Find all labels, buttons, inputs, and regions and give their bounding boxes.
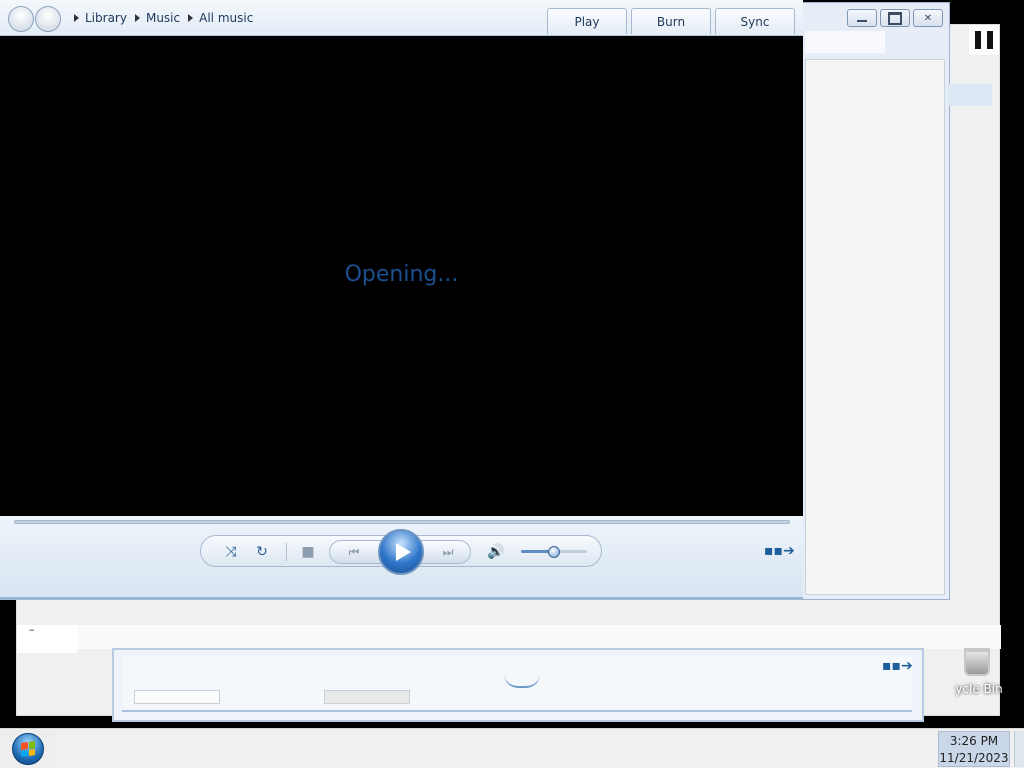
- stop-icon[interactable]: ■: [298, 542, 318, 562]
- background-player-controls: ▪▪➔: [122, 656, 913, 712]
- windows-flag: [21, 741, 35, 757]
- shuffle-icon[interactable]: ⤨: [221, 542, 241, 562]
- minimize-button[interactable]: [847, 9, 877, 27]
- secondary-window: ✕: [800, 2, 950, 600]
- tab-sync[interactable]: Sync: [715, 8, 795, 34]
- taskbar: 3:26 PM 11/21/2023: [0, 728, 1024, 768]
- breadcrumb-item[interactable]: All music: [188, 11, 253, 25]
- breadcrumb-label: Music: [145, 11, 181, 25]
- recycle-bin-label: ycle Bin: [955, 682, 1003, 696]
- recycle-bin-icon: [964, 648, 990, 676]
- breadcrumb: Library Music All music: [74, 11, 253, 25]
- volume-icon[interactable]: 🔊: [486, 542, 506, 562]
- show-desktop-button[interactable]: [1014, 731, 1024, 767]
- breadcrumb-label: All music: [199, 11, 254, 25]
- system-clock[interactable]: 3:26 PM 11/21/2023: [938, 731, 1010, 767]
- background-play-orb: [504, 674, 540, 688]
- recycle-bin[interactable]: ycle Bin: [944, 648, 1014, 708]
- video-area[interactable]: Opening...: [0, 36, 803, 516]
- selected-row-highlight: [948, 84, 992, 106]
- maximize-button[interactable]: [880, 9, 910, 27]
- tab-play[interactable]: Play: [547, 8, 627, 34]
- player-title-bar: Library Music All music Play Burn Sync: [0, 0, 803, 36]
- repeat-icon[interactable]: ↻: [252, 542, 272, 562]
- transport-bar: ⤨ ↻ ■ ⏮ ⏭ 🔊: [200, 529, 602, 575]
- chevron-right-icon: [188, 14, 194, 22]
- windows-logo-icon: [12, 733, 44, 765]
- tab-burn[interactable]: Burn: [631, 8, 711, 34]
- background-window-block: [17, 625, 77, 653]
- secondary-window-content: [805, 59, 945, 595]
- switch-to-library-icon: ▪▪➔: [882, 658, 913, 674]
- switch-to-library-icon[interactable]: ▪▪➔: [764, 543, 795, 559]
- start-button[interactable]: [0, 729, 56, 768]
- volume-slider-thumb[interactable]: [548, 546, 560, 558]
- background-button: [134, 690, 220, 704]
- corner-bar: [987, 31, 993, 49]
- seek-bar[interactable]: [14, 520, 790, 524]
- background-window-strip: [17, 625, 1001, 649]
- back-arrow-icon[interactable]: [8, 6, 34, 32]
- corner-bar: [975, 31, 981, 49]
- background-player-window: ▪▪➔: [112, 648, 924, 722]
- chevron-right-icon: [74, 14, 79, 22]
- clock-date: 11/21/2023: [939, 751, 1009, 765]
- next-icon[interactable]: ⏭: [438, 542, 458, 562]
- status-text: Opening...: [344, 262, 459, 287]
- previous-icon[interactable]: ⏮: [344, 542, 364, 562]
- playback-controls: ⤨ ↻ ■ ⏮ ⏭ 🔊 ▪▪➔: [0, 516, 803, 600]
- breadcrumb-item[interactable]: Music: [134, 11, 181, 25]
- media-player-window: Library Music All music Play Burn Sync O…: [0, 0, 803, 600]
- clock-time: 3:26 PM: [949, 734, 999, 748]
- window-controls: ✕: [847, 9, 943, 27]
- secondary-window-toolbar: [805, 31, 885, 53]
- background-window-dash: –: [29, 623, 35, 636]
- player-tabs: Play Burn Sync: [547, 8, 795, 34]
- background-button: [324, 690, 410, 704]
- chevron-right-icon: [134, 14, 140, 22]
- divider: [286, 543, 287, 561]
- breadcrumb-label: Library: [85, 11, 127, 25]
- background-window-corner: [969, 25, 999, 55]
- play-icon[interactable]: [378, 529, 424, 575]
- breadcrumb-item[interactable]: Library: [74, 11, 127, 25]
- close-button[interactable]: ✕: [913, 9, 943, 27]
- forward-arrow-icon[interactable]: [35, 6, 61, 32]
